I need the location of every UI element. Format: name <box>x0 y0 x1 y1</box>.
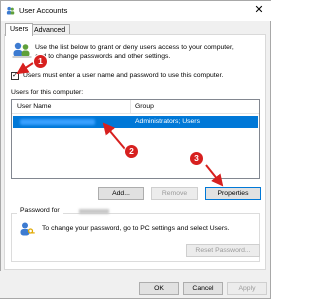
annotation-marker-2: 2 <box>124 144 139 159</box>
user-accounts-icon <box>6 6 15 15</box>
apply-button[interactable]: Apply <box>227 282 267 295</box>
password-info-text: To change your password, go to PC settin… <box>42 225 230 232</box>
window-title: User Accounts <box>19 6 68 15</box>
column-user-name[interactable]: User Name <box>12 100 130 113</box>
user-key-icon <box>20 222 35 236</box>
annotation-marker-1: 1 <box>33 54 48 69</box>
row-group-value: Administrators; Users <box>135 118 200 125</box>
remove-button[interactable]: Remove <box>151 187 198 200</box>
tab-users[interactable]: Users <box>5 23 34 36</box>
intro-line-1: Use the list below to grant or deny user… <box>35 44 234 51</box>
intro-text: Use the list below to grant or deny user… <box>35 43 255 61</box>
password-group-legend: Password for <box>17 207 63 214</box>
redacted-user-name <box>20 119 95 125</box>
require-password-checkbox[interactable]: ✓ <box>11 72 19 80</box>
properties-button[interactable]: Properties <box>205 187 261 200</box>
cancel-button[interactable]: Cancel <box>183 282 223 295</box>
close-icon[interactable]: ✕ <box>250 3 268 18</box>
users-list-label: Users for this computer: <box>11 89 84 96</box>
intro-line-2: and to change passwords and other settin… <box>35 53 171 60</box>
ok-button[interactable]: OK <box>139 282 179 295</box>
users-group-icon <box>12 42 32 58</box>
annotation-marker-3: 3 <box>189 151 204 166</box>
users-list[interactable]: User Name Group Administrators; Users <box>11 99 260 179</box>
table-row[interactable]: Administrators; Users <box>13 116 258 128</box>
users-list-header: User Name Group <box>12 100 259 114</box>
title-bar: User Accounts ✕ <box>1 1 271 21</box>
add-button[interactable]: Add... <box>98 187 144 200</box>
require-password-label[interactable]: Users must enter a user name and passwor… <box>23 72 223 79</box>
column-group[interactable]: Group <box>130 100 259 113</box>
redacted-account-name <box>79 209 109 214</box>
reset-password-button[interactable]: Reset Password... <box>186 244 260 257</box>
